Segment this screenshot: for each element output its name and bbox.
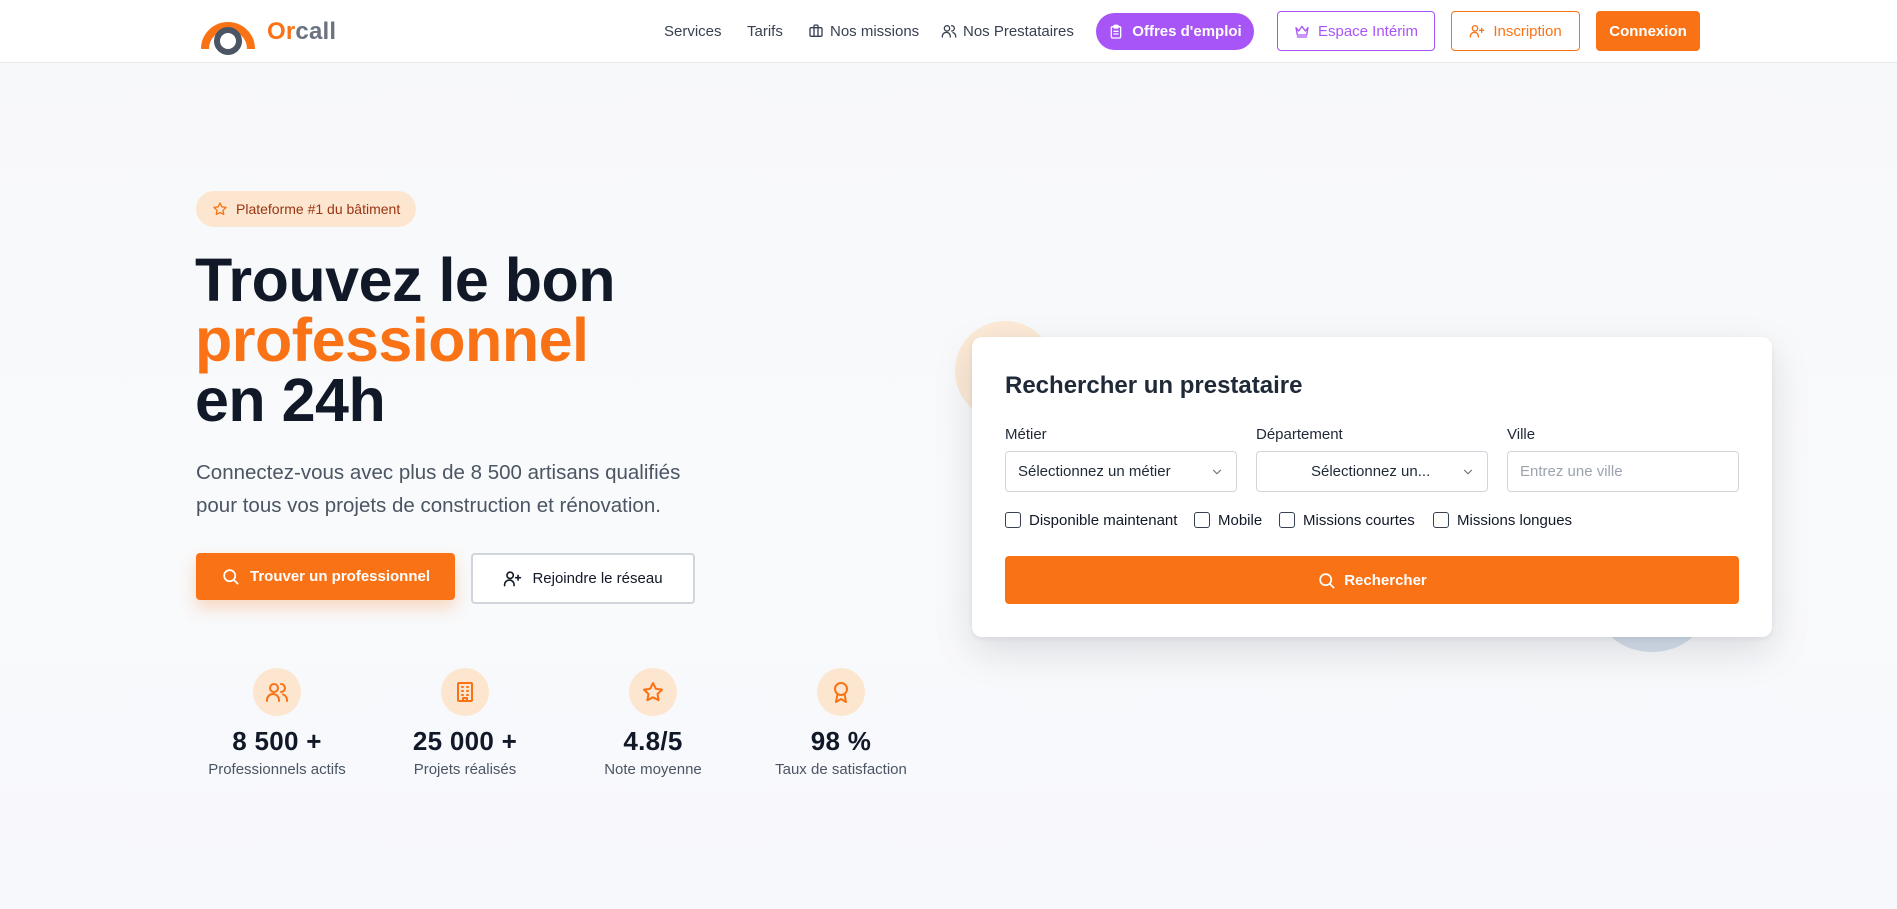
filter-mobile[interactable]: Mobile <box>1194 510 1262 530</box>
checkbox[interactable] <box>1005 512 1021 528</box>
clipboard-icon <box>1110 24 1122 39</box>
nav-tarifs[interactable]: Tarifs <box>747 20 783 42</box>
filter-available-now[interactable]: Disponible maintenant <box>1005 510 1177 530</box>
hero-subtitle: Connectez-vous avec plus de 8 500 artisa… <box>196 456 756 522</box>
chevron-down-icon <box>1212 469 1222 474</box>
nav-missions[interactable]: Nos missions <box>808 20 919 42</box>
search-card: Rechercher un prestataire Métier Sélecti… <box>972 337 1772 637</box>
stat-icon-wrap <box>441 668 489 716</box>
join-network-label: Rejoindre le réseau <box>532 570 663 587</box>
interim-space-button[interactable]: Espace Intérim <box>1277 11 1435 51</box>
ville-label: Ville <box>1507 426 1536 443</box>
stat-label: Taux de satisfaction <box>775 761 907 778</box>
hero-subtitle-line-1: Connectez-vous avec plus de 8 500 artisa… <box>196 461 681 484</box>
filter-short-missions[interactable]: Missions courtes <box>1279 510 1415 530</box>
user-plus-icon <box>1469 25 1485 38</box>
signup-label: Inscription <box>1493 22 1562 40</box>
search-icon <box>223 569 239 585</box>
stat-value: 8 500 + <box>232 726 322 756</box>
job-offers-button[interactable]: Offres d'emploi <box>1096 13 1254 50</box>
platform-badge: Plateforme #1 du bâtiment <box>196 191 417 227</box>
award-icon <box>834 682 848 703</box>
signup-button[interactable]: Inscription <box>1451 11 1580 51</box>
join-network-button[interactable]: Rejoindre le réseau <box>471 553 695 604</box>
find-professional-button[interactable]: Trouver un professionnel <box>196 553 455 600</box>
checkbox[interactable] <box>1194 512 1210 528</box>
logo-text: Orcall <box>267 18 337 45</box>
stat-professionals: 8 500 + Professionnels actifs <box>197 668 357 778</box>
stat-label: Professionnels actifs <box>208 761 346 778</box>
user-plus-icon <box>504 571 522 587</box>
stat-icon-wrap <box>629 668 677 716</box>
chevron-down-icon <box>1463 469 1473 474</box>
nav-missions-label: Nos missions <box>830 22 920 40</box>
filter-label: Disponible maintenant <box>1029 511 1178 529</box>
briefcase-icon <box>809 24 823 37</box>
search-button-label: Rechercher <box>1344 571 1427 589</box>
stat-rating: 4.8/5 Note moyenne <box>573 668 733 778</box>
filter-label: Missions courtes <box>1303 511 1415 529</box>
stat-value: 98 % <box>810 726 872 756</box>
hero-title-line-3: en 24h <box>195 366 386 434</box>
building-icon <box>457 682 473 702</box>
hero-title: Trouvez le bon professionnel en 24h <box>195 246 616 434</box>
stat-label: Projets réalisés <box>413 761 517 778</box>
filter-label: Missions longues <box>1457 511 1573 529</box>
nav-tarifs-label: Tarifs <box>747 22 783 40</box>
nav-services[interactable]: Services <box>664 20 722 42</box>
stat-satisfaction: 98 % Taux de satisfaction <box>761 668 921 778</box>
departement-label: Département <box>1256 426 1343 443</box>
nav-services-label: Services <box>664 22 722 40</box>
search-icon <box>1319 572 1335 588</box>
hero-subtitle-line-2: pour tous vos projets de construction et… <box>196 494 661 517</box>
login-label: Connexion <box>1609 22 1687 40</box>
checkbox[interactable] <box>1433 512 1449 528</box>
ville-input[interactable] <box>1507 451 1739 492</box>
star-icon <box>643 682 663 702</box>
users-icon <box>941 25 957 38</box>
search-card-title: Rechercher un prestataire <box>1005 372 1303 399</box>
filter-long-missions[interactable]: Missions longues <box>1433 510 1572 530</box>
hero-title-line-2: professionnel <box>195 306 589 374</box>
hero-title-line-1: Trouvez le bon <box>195 246 616 314</box>
users-icon <box>266 683 288 702</box>
find-professional-label: Trouver un professionnel <box>249 568 431 585</box>
nav-prestataires[interactable]: Nos Prestataires <box>941 20 1074 42</box>
metier-label: Métier <box>1005 426 1047 443</box>
stat-icon-wrap <box>817 668 865 716</box>
login-button[interactable]: Connexion <box>1596 11 1700 51</box>
metier-select-value: Sélectionnez un métier <box>1018 463 1171 480</box>
logo-mark-icon <box>201 22 255 55</box>
departement-select[interactable]: Sélectionnez un... <box>1256 451 1488 492</box>
stats-section: 8 500 + Professionnels actifs 25 000 + P… <box>196 668 946 783</box>
interim-space-label: Espace Intérim <box>1317 22 1419 40</box>
stat-label: Note moyenne <box>604 761 702 778</box>
stat-value: 4.8/5 <box>623 726 683 756</box>
crown-icon <box>1295 25 1309 38</box>
search-button[interactable]: Rechercher <box>1005 556 1739 604</box>
nav-prestataires-label: Nos Prestataires <box>963 22 1074 40</box>
stat-projects: 25 000 + Projets réalisés <box>385 668 545 778</box>
stat-icon-wrap <box>253 668 301 716</box>
filter-label: Mobile <box>1218 511 1263 529</box>
platform-badge-text: Plateforme #1 du bâtiment <box>236 201 401 217</box>
job-offers-label: Offres d'emploi <box>1132 23 1242 40</box>
departement-select-value: Sélectionnez un... <box>1311 463 1431 480</box>
checkbox[interactable] <box>1279 512 1295 528</box>
star-icon <box>213 202 227 216</box>
top-header: Orcall Services Tarifs Nos missions Nos … <box>0 0 1897 63</box>
stat-value: 25 000 + <box>412 726 518 756</box>
metier-select[interactable]: Sélectionnez un métier <box>1005 451 1237 492</box>
logo[interactable]: Orcall <box>199 9 336 55</box>
